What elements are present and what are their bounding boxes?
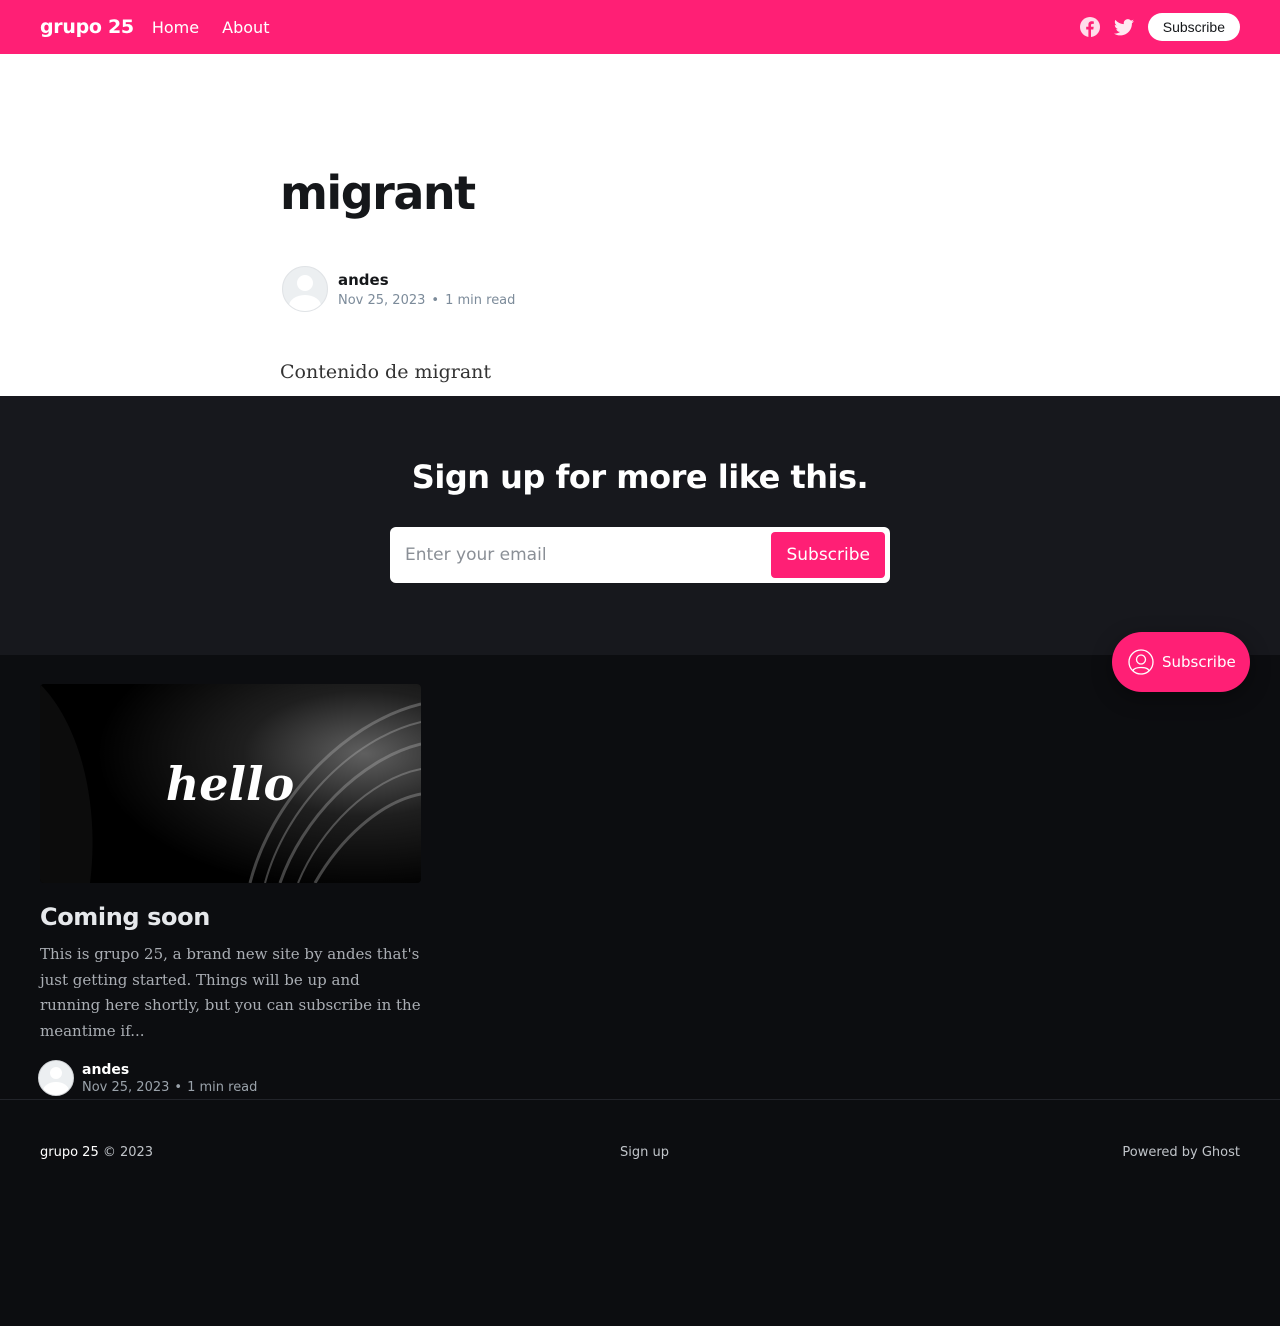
signup-section: Sign up for more like this. Subscribe <box>0 396 1280 655</box>
article-title: migrant <box>280 166 476 220</box>
article-content: Contenido de migrant <box>280 361 492 383</box>
nav-about-link[interactable]: About <box>222 18 269 37</box>
meta-separator: • <box>431 292 440 308</box>
post-card-date: Nov 25, 2023 <box>82 1079 170 1095</box>
facebook-icon[interactable] <box>1079 17 1100 37</box>
post-card-title[interactable]: Coming soon <box>40 903 421 931</box>
signup-form: Subscribe <box>390 527 890 583</box>
footer-site-name[interactable]: grupo 25 <box>40 1145 99 1160</box>
article-meta: Nov 25, 2023 • 1 min read <box>338 293 515 308</box>
site-header: grupo 25 Home About Subscribe <box>0 0 1280 54</box>
nav-home-link[interactable]: Home <box>152 18 199 37</box>
author-avatar[interactable] <box>282 266 328 312</box>
header-subscribe-button[interactable]: Subscribe <box>1147 13 1240 41</box>
footer-copyright: grupo 25 © 2023 <box>40 1145 153 1160</box>
post-card-meta: Nov 25, 2023 • 1 min read <box>82 1080 257 1095</box>
post-card-image-text: hello <box>166 757 294 811</box>
post-card-read-time: 1 min read <box>187 1079 258 1095</box>
author-name[interactable]: andes <box>338 271 515 289</box>
post-feed: hello Coming soon This is grupo 25, a br… <box>0 655 1280 1100</box>
signup-subscribe-button[interactable]: Subscribe <box>771 532 885 578</box>
post-card[interactable]: hello Coming soon This is grupo 25, a br… <box>38 684 421 1096</box>
post-card-image[interactable]: hello <box>40 684 421 883</box>
email-input[interactable] <box>395 545 772 565</box>
portal-label: Subscribe <box>1162 653 1236 671</box>
twitter-icon[interactable] <box>1113 17 1134 37</box>
post-card-byline: andes Nov 25, 2023 • 1 min read <box>38 1060 421 1096</box>
site-footer: grupo 25 © 2023 Sign up Powered by Ghost <box>0 1100 1280 1326</box>
meta-separator: • <box>174 1079 183 1095</box>
article-byline: andes Nov 25, 2023 • 1 min read <box>282 266 515 312</box>
post-card-excerpt: This is grupo 25, a brand new site by an… <box>40 945 421 1040</box>
signup-heading: Sign up for more like this. <box>411 458 869 496</box>
footer-signup-link[interactable]: Sign up <box>620 1145 669 1160</box>
post-card-author[interactable]: andes <box>82 1062 257 1078</box>
article-date: Nov 25, 2023 <box>338 292 426 308</box>
footer-powered-by-link[interactable]: Powered by Ghost <box>1122 1145 1240 1160</box>
article: migrant andes Nov 25, 2023 • 1 min read Co… <box>0 54 1280 396</box>
read-time: 1 min read <box>445 292 516 308</box>
header-actions: Subscribe <box>1079 13 1240 41</box>
user-circle-icon <box>1128 649 1154 675</box>
post-card-author-avatar[interactable] <box>38 1060 74 1096</box>
site-brand[interactable]: grupo 25 <box>40 16 134 38</box>
footer-copyright-text: © 2023 <box>102 1145 154 1160</box>
main-nav: Home About <box>152 18 288 37</box>
portal-subscribe-button[interactable]: Subscribe <box>1112 632 1250 692</box>
